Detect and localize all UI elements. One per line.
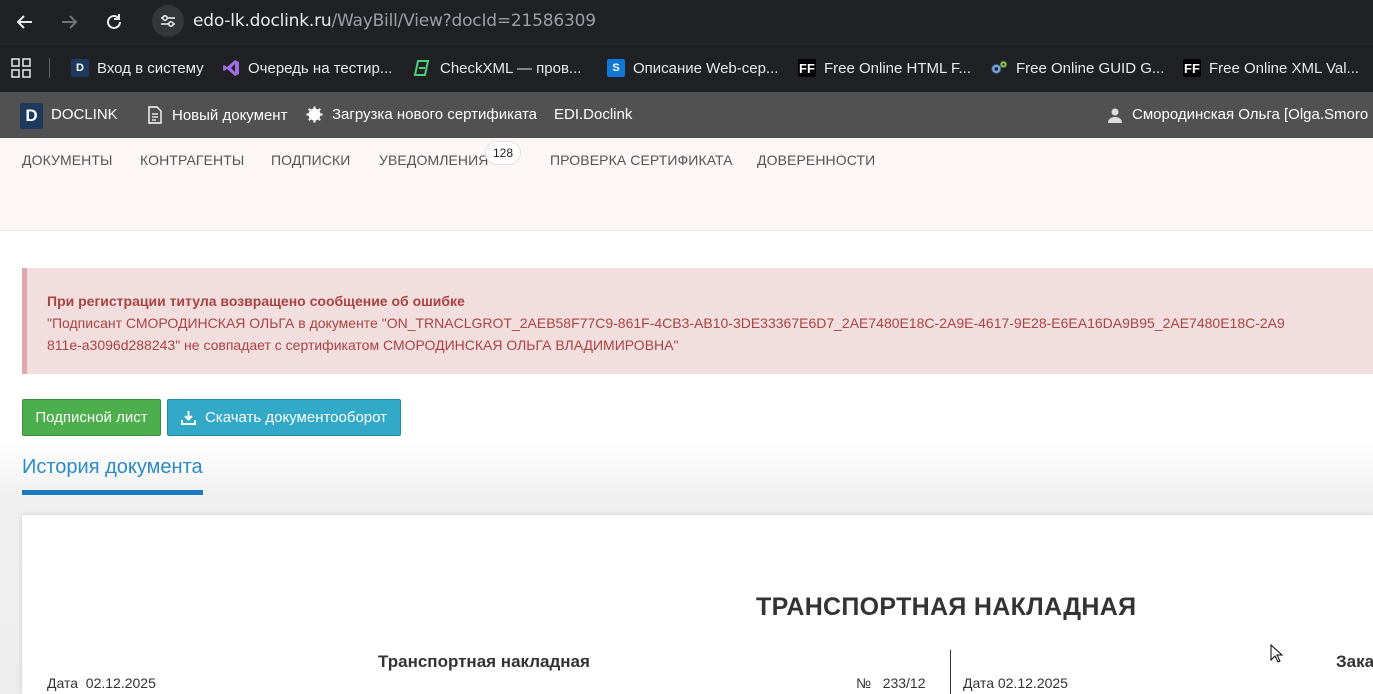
sharepoint-icon: S xyxy=(607,59,625,77)
forward-arrow-icon xyxy=(62,15,78,29)
visual-studio-icon xyxy=(222,59,240,77)
gears-icon xyxy=(990,59,1008,77)
bookmarks-bar: D Вход в систему Очередь на тестир... Ch… xyxy=(0,43,1373,93)
user-name: Смородинская Ольга [Olga.Smoro xyxy=(1132,106,1369,123)
reload-button[interactable] xyxy=(100,8,128,36)
menu-counterparties[interactable]: КОНТРАГЕНТЫ xyxy=(140,152,244,168)
document-column-divider xyxy=(950,650,951,694)
bookmark-label: Очередь на тестир... xyxy=(248,59,393,77)
new-document-label: Новый документ xyxy=(172,106,288,124)
back-button[interactable] xyxy=(11,8,39,36)
apps-grid-icon[interactable] xyxy=(11,58,31,78)
alert-message-line-1: "Подписант СМОРОДИНСКАЯ ОЛЬГА в документ… xyxy=(47,315,1285,331)
document-title: ТРАНСПОРТНАЯ НАКЛАДНАЯ xyxy=(756,593,1137,621)
document-subtitle-right: Зака xyxy=(1336,652,1373,671)
menu-notifications[interactable]: УВЕДОМЛЕНИЯ xyxy=(379,152,489,168)
bookmark-label: Описание Web-сер... xyxy=(633,59,779,77)
menu-subscriptions[interactable]: ПОДПИСКИ xyxy=(271,152,350,168)
document-icon xyxy=(148,106,162,124)
doclink-logo[interactable]: D xyxy=(20,103,43,129)
bookmark-guid-generator[interactable]: Free Online GUID G... xyxy=(990,56,1164,80)
url-host: edo-lk.doclink.ru xyxy=(193,11,332,31)
mouse-cursor-icon xyxy=(1270,644,1283,663)
notifications-badge: 128 xyxy=(485,141,521,165)
bookmark-login[interactable]: D Вход в систему xyxy=(71,56,204,80)
bookmark-xml-validator[interactable]: FF Free Online XML Val... xyxy=(1183,56,1359,80)
download-icon xyxy=(180,411,196,425)
reload-icon xyxy=(107,14,121,29)
bookmark-label: Вход в систему xyxy=(97,59,204,77)
document-date-left: Дата 02.12.2025 xyxy=(47,675,156,691)
active-tab-indicator xyxy=(22,490,203,495)
tune-icon xyxy=(161,14,175,28)
download-label: Скачать документооборот xyxy=(204,409,388,426)
alert-title: При регистрации титула возвращено сообще… xyxy=(47,293,465,309)
download-workflow-button[interactable]: Скачать документооборот xyxy=(167,399,401,436)
upload-certificate-link[interactable]: Загрузка нового сертификата xyxy=(306,106,537,123)
signature-sheet-button[interactable]: Подписной лист xyxy=(22,399,161,436)
tab-document-history[interactable]: История документа xyxy=(22,456,203,479)
bookmark-label: CheckXML — пров... xyxy=(440,59,582,77)
bookmark-label: Free Online HTML F... xyxy=(824,59,971,77)
menu-certificate-check[interactable]: ПРОВЕРКА СЕРТИФИКАТА xyxy=(550,152,733,168)
doclink-d-icon: D xyxy=(71,59,89,77)
new-document-link[interactable]: Новый документ xyxy=(147,106,287,124)
menu-documents[interactable]: ДОКУМЕНТЫ xyxy=(22,152,113,168)
alert-message-line-2: 811e-a3096d288243" не совпадает с сертиф… xyxy=(47,337,679,353)
document-number: № 233/12 xyxy=(856,675,926,691)
bookmark-webservice[interactable]: S Описание Web-сер... xyxy=(607,56,778,80)
menu-powers-of-attorney[interactable]: ДОВЕРЕННОСТИ xyxy=(757,152,875,168)
user-menu[interactable]: Смородинская Ольга [Olga.Smoro xyxy=(1107,106,1368,123)
main-menu: ДОКУМЕНТЫ КОНТРАГЕНТЫ ПОДПИСКИ УВЕДОМЛЕН… xyxy=(0,138,1373,231)
back-arrow-icon xyxy=(16,15,32,29)
bookmark-test-queue[interactable]: Очередь на тестир... xyxy=(222,56,392,80)
url-path: /WayBill/View?docId=21586309 xyxy=(331,11,596,31)
bookmark-html-formatter[interactable]: FF Free Online HTML F... xyxy=(798,56,971,80)
bookmark-checkxml[interactable]: CheckXML — пров... xyxy=(414,56,581,80)
checkxml-icon xyxy=(414,59,432,77)
document-preview xyxy=(22,515,1373,694)
bookmark-label: Free Online GUID G... xyxy=(1016,59,1165,77)
ff-icon: FF xyxy=(1183,59,1201,77)
user-icon xyxy=(1108,108,1122,123)
url-field[interactable]: edo-lk.doclink.ru/WayBill/View?docId=215… xyxy=(193,11,596,31)
ff-icon: FF xyxy=(798,59,816,77)
error-alert: При регистрации титула возвращено сообще… xyxy=(22,268,1373,374)
certificate-seal-icon xyxy=(306,106,323,123)
bookmarks-separator xyxy=(49,58,50,78)
document-date-right: Дата 02.12.2025 xyxy=(963,675,1068,691)
app-header: D DOCLINK Новый документ Загрузка нового… xyxy=(0,92,1373,138)
site-info-button[interactable] xyxy=(152,5,184,37)
bookmark-label: Free Online XML Val... xyxy=(1209,59,1360,77)
brand-link[interactable]: DOCLINK xyxy=(51,106,118,123)
browser-toolbar: edo-lk.doclink.ru/WayBill/View?docId=215… xyxy=(0,0,1373,43)
document-subtitle: Транспортная накладная xyxy=(378,652,590,671)
edi-doclink-link[interactable]: EDI.Doclink xyxy=(554,106,632,123)
forward-button[interactable] xyxy=(55,8,83,36)
upload-certificate-label: Загрузка нового сертификата xyxy=(332,106,538,123)
